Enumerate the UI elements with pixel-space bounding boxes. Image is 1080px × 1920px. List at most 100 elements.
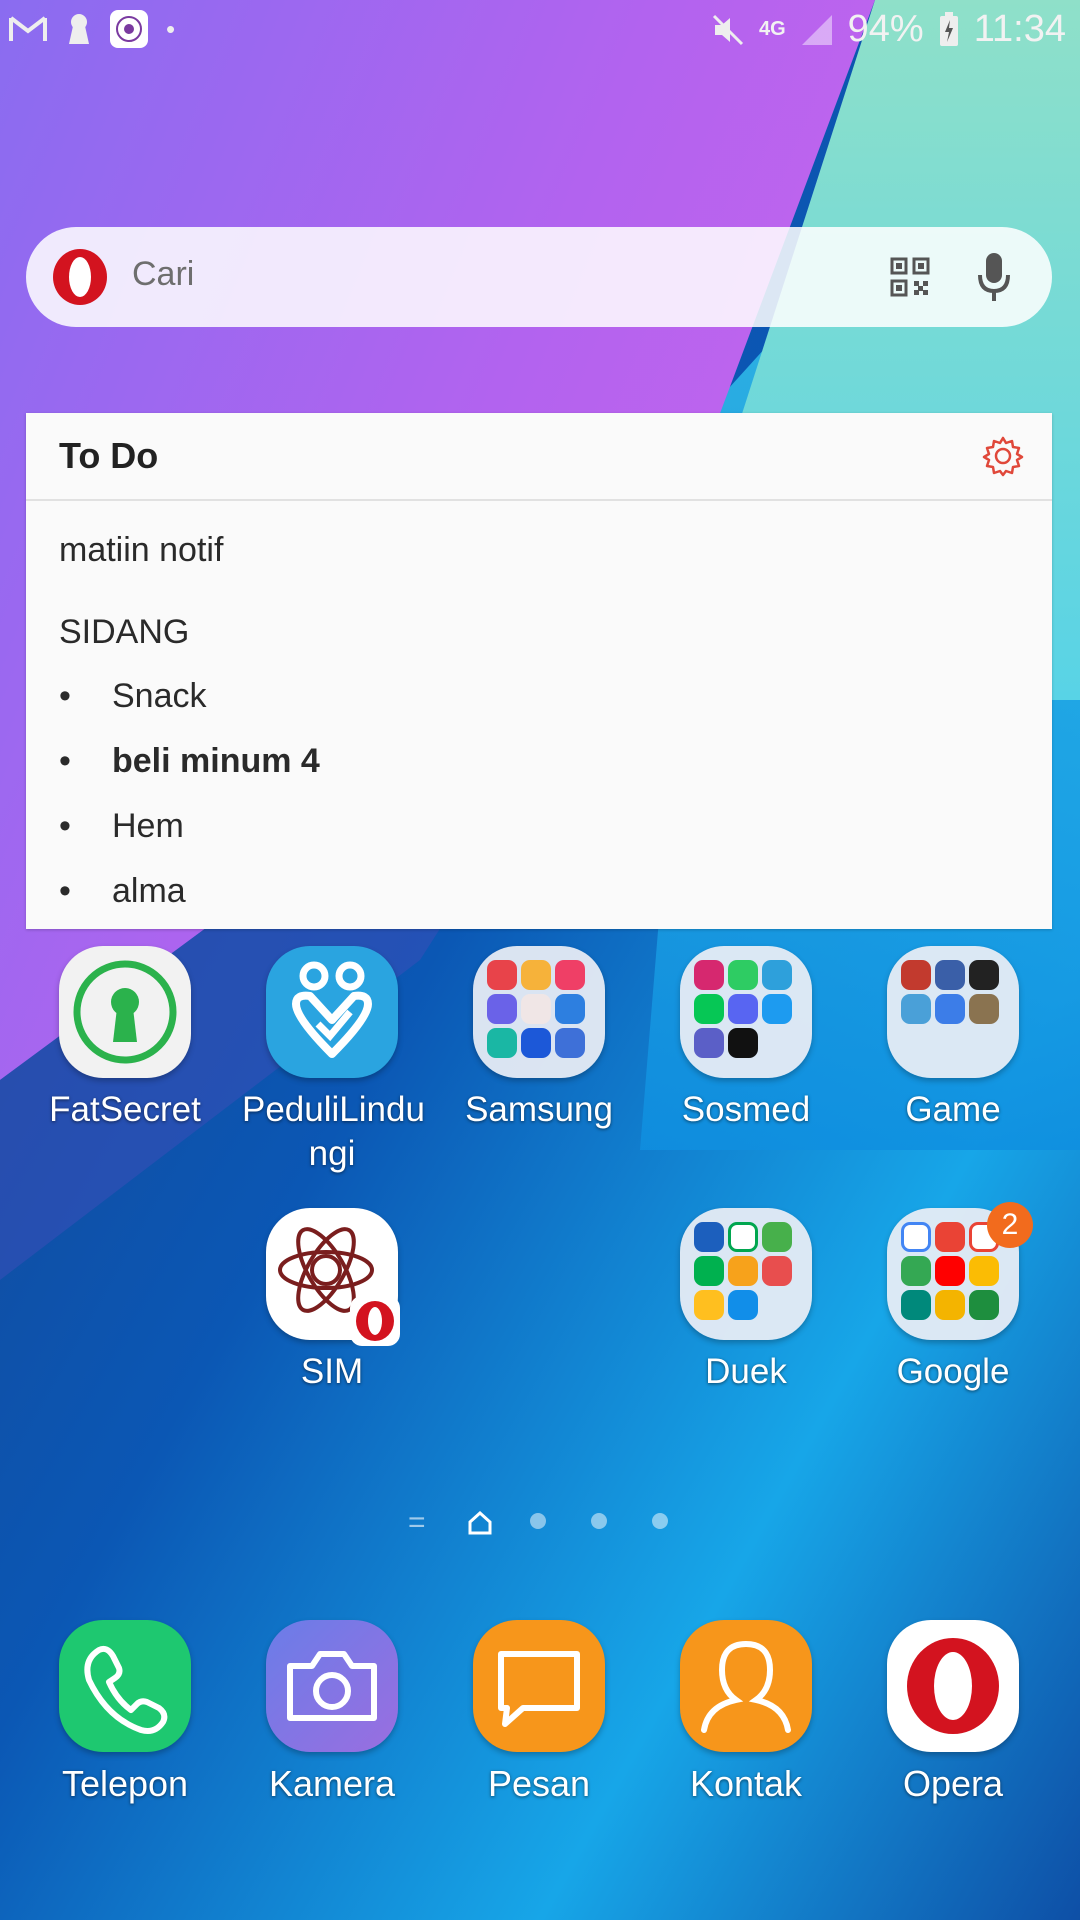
pedulilindungi-icon bbox=[266, 946, 398, 1078]
game-icon-1 bbox=[901, 960, 931, 990]
line-icon bbox=[694, 994, 724, 1024]
app-label: Duek bbox=[705, 1352, 787, 1391]
page-dot[interactable] bbox=[591, 1513, 607, 1529]
chrome-icon bbox=[935, 1222, 965, 1252]
jago-icon bbox=[728, 1256, 758, 1286]
samsung-members-icon bbox=[521, 1028, 551, 1058]
app-pedulilindungi[interactable]: PeduliLindu ngi bbox=[242, 946, 425, 1176]
todo-bullet-text: Hem bbox=[112, 807, 184, 845]
teams-icon bbox=[694, 1028, 724, 1058]
app-label: Opera bbox=[902, 1763, 1004, 1804]
contacts-icon bbox=[680, 1620, 812, 1752]
app-pesan[interactable]: Pesan bbox=[449, 1620, 629, 1806]
voice-recorder-icon bbox=[521, 994, 551, 1024]
drive-icon bbox=[969, 1256, 999, 1286]
todo-item[interactable]: matiin notif bbox=[59, 531, 223, 570]
opera-logo-icon bbox=[53, 249, 107, 305]
app-label: SIM bbox=[300, 1352, 364, 1391]
samsung-folder-icon bbox=[473, 946, 605, 1078]
app-label: Google bbox=[896, 1352, 1010, 1391]
bullet-dot: • bbox=[59, 807, 71, 845]
battery-percent: 94% bbox=[847, 8, 924, 50]
finance-app-icon bbox=[762, 1256, 792, 1286]
game-folder-icon bbox=[887, 946, 1019, 1078]
galaxy-store-icon bbox=[555, 960, 585, 990]
app-sim[interactable]: SIM bbox=[242, 1208, 422, 1394]
todo-header: To Do bbox=[26, 413, 1052, 501]
todo-bullet-text: alma bbox=[112, 872, 186, 910]
app-label: Game bbox=[905, 1090, 1001, 1129]
app-label: PeduliLindu ngi bbox=[242, 1088, 425, 1176]
bixby-icon bbox=[555, 994, 585, 1024]
smart-switch-icon bbox=[487, 1028, 517, 1058]
app-kamera[interactable]: Kamera bbox=[242, 1620, 422, 1806]
todo-item[interactable]: SIDANG bbox=[59, 613, 189, 652]
photos-icon bbox=[935, 1290, 965, 1320]
piano-icon bbox=[969, 960, 999, 990]
search-placeholder[interactable]: Cari bbox=[132, 255, 194, 294]
opera-shortcut-badge-icon bbox=[350, 1296, 400, 1346]
todo-widget[interactable]: To Do matiin notif SIDANG • Snack • beli… bbox=[26, 413, 1052, 929]
grab-icon bbox=[694, 1256, 724, 1286]
app-label: Kontak bbox=[689, 1763, 803, 1804]
menu-page-icon[interactable]: = bbox=[408, 1506, 426, 1540]
app-notification-icon bbox=[110, 10, 148, 48]
qr-code-icon[interactable] bbox=[890, 257, 930, 297]
game-icon-6 bbox=[969, 994, 999, 1024]
todo-title: To Do bbox=[59, 435, 159, 476]
gear-icon[interactable] bbox=[982, 435, 1024, 477]
folder-sosmed[interactable]: Sosmed bbox=[656, 946, 836, 1132]
opera-search-bar[interactable]: Cari bbox=[26, 227, 1052, 327]
bca-mobile-icon bbox=[694, 1222, 724, 1252]
phone-icon bbox=[59, 1620, 191, 1752]
opera-icon bbox=[887, 1620, 1019, 1752]
fatsecret-icon bbox=[59, 946, 191, 1078]
game-icon-2 bbox=[935, 960, 965, 990]
mcdonalds-icon bbox=[694, 1290, 724, 1320]
gojek-icon bbox=[728, 1222, 758, 1252]
discord-icon bbox=[728, 994, 758, 1024]
microphone-icon[interactable] bbox=[976, 251, 1012, 303]
page-dot[interactable] bbox=[530, 1513, 546, 1529]
app-label: Telepon bbox=[61, 1763, 189, 1804]
bullet-dot: • bbox=[59, 742, 71, 780]
youtube-icon bbox=[935, 1256, 965, 1286]
folder-duek[interactable]: Duek bbox=[656, 1208, 836, 1394]
folder-game[interactable]: Game bbox=[863, 946, 1043, 1132]
todo-bullet-text: beli minum 4 bbox=[112, 742, 320, 780]
email-icon bbox=[487, 960, 517, 990]
telegram-icon bbox=[762, 960, 792, 990]
app-kontak[interactable]: Kontak bbox=[656, 1620, 836, 1806]
folder-google[interactable]: 2 Google bbox=[863, 1202, 1043, 1394]
signal-icon bbox=[801, 14, 832, 45]
app-opera[interactable]: Opera bbox=[863, 1620, 1043, 1806]
notification-badge: 2 bbox=[987, 1202, 1033, 1248]
bullet-dot: • bbox=[59, 872, 71, 910]
home-page-icon[interactable] bbox=[468, 1511, 492, 1535]
whatsapp-icon bbox=[728, 960, 758, 990]
gmail-icon bbox=[9, 16, 47, 41]
game-icon-5 bbox=[935, 994, 965, 1024]
app-fatsecret[interactable]: FatSecret bbox=[35, 946, 215, 1132]
google-app-icon bbox=[901, 1222, 931, 1252]
page-indicator[interactable]: = bbox=[400, 1506, 680, 1540]
folder-samsung[interactable]: Samsung bbox=[449, 946, 629, 1132]
page-dot[interactable] bbox=[652, 1513, 668, 1529]
tokopedia-icon bbox=[762, 1222, 792, 1252]
galaxy-wearable-icon bbox=[555, 1028, 585, 1058]
duek-folder-icon bbox=[680, 1208, 812, 1340]
samsung-internet-icon bbox=[487, 994, 517, 1024]
app-label: Kamera bbox=[268, 1763, 396, 1804]
todo-bullet-text: Snack bbox=[112, 677, 207, 715]
app-label-line: ngi bbox=[308, 1134, 356, 1173]
my-files-icon bbox=[521, 960, 551, 990]
clock: 11:34 bbox=[973, 8, 1066, 50]
tiktok-icon bbox=[728, 1028, 758, 1058]
keyhole-icon bbox=[69, 14, 89, 44]
dana-icon bbox=[728, 1290, 758, 1320]
camera-icon bbox=[266, 1620, 398, 1752]
message-icon bbox=[473, 1620, 605, 1752]
network-type: 4G bbox=[758, 18, 786, 40]
app-label: Pesan bbox=[487, 1763, 591, 1804]
app-telepon[interactable]: Telepon bbox=[35, 1620, 215, 1806]
